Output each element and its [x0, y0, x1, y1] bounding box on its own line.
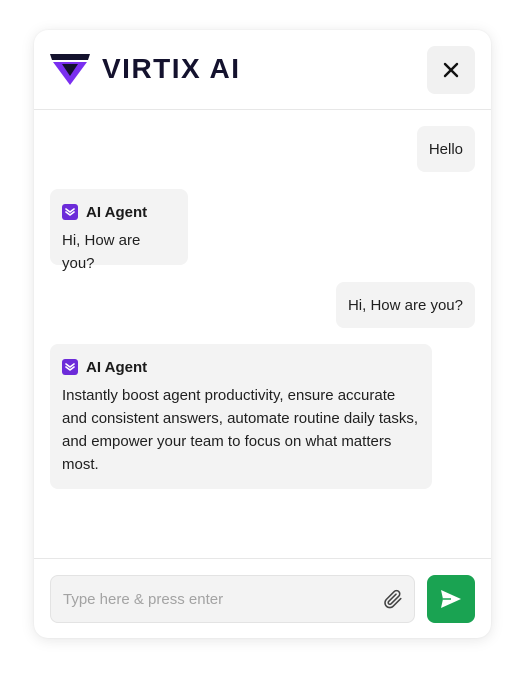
close-button[interactable]	[427, 46, 475, 94]
send-icon	[441, 590, 461, 608]
agent-header: AI Agent	[62, 356, 420, 378]
paperclip-icon[interactable]	[382, 588, 404, 610]
virtix-logo-icon	[50, 54, 90, 85]
message-text: Hi, How are you?	[347, 296, 463, 314]
agent-header: AI Agent	[62, 201, 176, 223]
agent-avatar-icon	[62, 359, 78, 375]
chat-header: VIRTIX AI	[34, 30, 491, 110]
brand-name: VIRTIX AI	[102, 53, 241, 84]
message-input-wrapper	[50, 575, 415, 623]
agent-message: AI Agent Instantly boost agent productiv…	[50, 344, 432, 489]
agent-name: AI Agent	[86, 203, 148, 221]
user-message: Hi, How are you?	[335, 282, 475, 328]
agent-avatar-icon	[62, 204, 78, 220]
message-text: Hi, How are you?	[62, 232, 141, 272]
message-text: Hello	[428, 140, 463, 158]
agent-name: AI Agent	[86, 358, 148, 376]
send-button[interactable]	[427, 575, 475, 623]
message-text: Instantly boost agent productivity, ensu…	[62, 387, 419, 473]
user-message: Hello	[416, 126, 475, 172]
brand-logo: VIRTIX AI	[50, 52, 240, 86]
close-icon	[443, 62, 459, 78]
chat-widget: VIRTIX AI Hello AI Agent Hi, How are you…	[34, 30, 491, 638]
message-input[interactable]	[51, 576, 395, 622]
message-list: Hello AI Agent Hi, How are you? Hi, How …	[34, 110, 491, 558]
composer	[34, 558, 491, 638]
agent-message: AI Agent Hi, How are you?	[50, 189, 188, 272]
